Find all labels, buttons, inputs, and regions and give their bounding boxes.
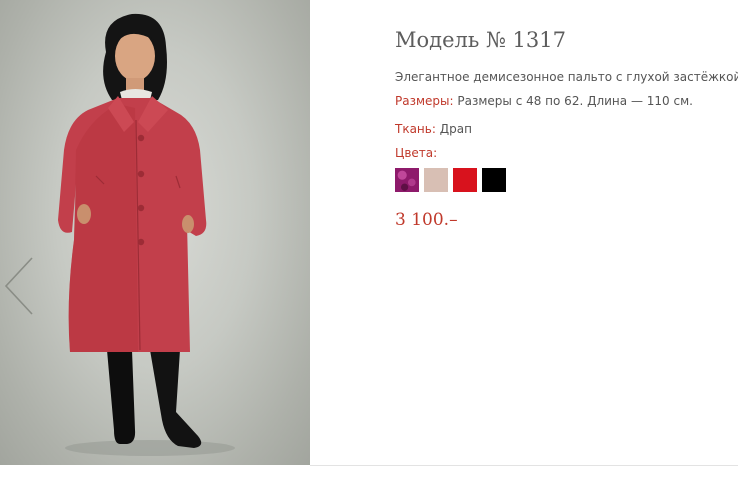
colors-label: Цвета: xyxy=(395,146,438,160)
sizes-label: Размеры: xyxy=(395,94,454,108)
sizes-row: Размеры: Размеры с 48 по 62. Длина — 110… xyxy=(395,94,693,108)
color-swatch-red[interactable] xyxy=(453,168,477,192)
color-swatch-purple[interactable] xyxy=(395,168,419,192)
color-swatches xyxy=(395,168,506,192)
colors-row: Цвета: xyxy=(395,146,437,160)
product-title: Модель № 1317 xyxy=(395,28,566,52)
product-price: 3 100.– xyxy=(395,210,458,230)
product-description: Элегантное демисезонное пальто с глухой … xyxy=(395,70,738,84)
color-swatch-black[interactable] xyxy=(482,168,506,192)
product-photo xyxy=(0,0,310,465)
model-in-coat-image xyxy=(58,13,235,456)
bottom-divider xyxy=(310,465,738,466)
fabric-row: Ткань: Драп xyxy=(395,122,472,136)
color-swatch-beige[interactable] xyxy=(424,168,448,192)
fabric-value: Драп xyxy=(439,122,472,136)
chevron-left-icon xyxy=(4,257,33,315)
sizes-value: Размеры с 48 по 62. Длина — 110 см. xyxy=(457,94,693,108)
gallery-prev-button[interactable] xyxy=(2,256,36,316)
fabric-label: Ткань: xyxy=(395,122,436,136)
